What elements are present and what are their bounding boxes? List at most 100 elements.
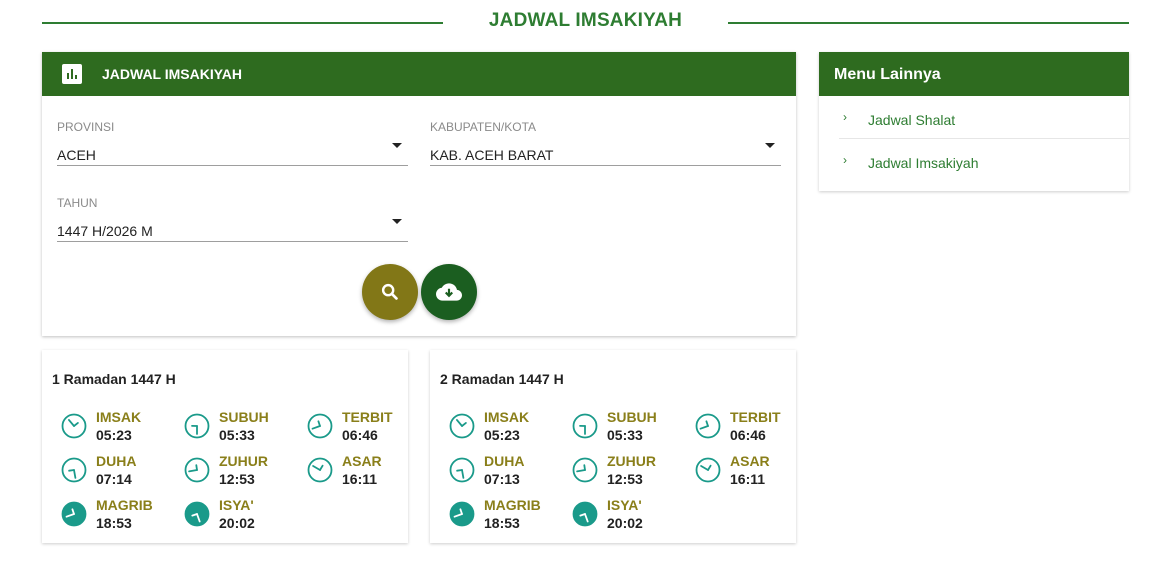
clock-icon [184,457,210,483]
prayer-time: 05:33 [219,427,255,443]
chevron-down-icon [392,219,402,224]
prayer-time: 18:53 [484,515,520,531]
menu-item-label: Jadwal Shalat [868,112,956,128]
clock-icon [572,457,598,483]
menu-item-jadwal-shalat[interactable]: › Jadwal Shalat [839,96,1129,139]
day-card-1: 1 Ramadan 1447 H IMSAK 05:23 SUBUH 05:33 T… [42,350,408,543]
kabupaten-select[interactable]: KABUPATEN/KOTA KAB. ACEH BARAT [430,110,781,166]
chevron-right-icon: › [843,110,847,124]
clock-icon [61,457,87,483]
clock-filled-icon [61,501,87,527]
clock-icon [307,457,333,483]
tahun-select[interactable]: TAHUN 1447 H/2026 M [57,186,408,242]
prayer-time: 16:11 [730,471,766,487]
prayer-name: TERBIT [730,409,781,425]
prayer-item: TERBIT 06:46 [298,404,418,444]
prayer-time: 16:11 [342,471,378,487]
prayer-name: DUHA [96,453,137,469]
bar-chart-icon [62,64,82,84]
prayer-name: SUBUH [219,409,269,425]
clock-icon [572,413,598,439]
kabupaten-value: KAB. ACEH BARAT [430,147,554,163]
search-icon [381,283,398,300]
title-divider-right [728,22,1129,24]
chevron-down-icon [765,143,775,148]
chevron-down-icon [392,143,402,148]
prayer-name: MAGRIB [96,497,153,513]
clock-icon [695,413,721,439]
prayer-name: IMSAK [484,409,530,425]
form-header: JADWAL IMSAKIYAH [42,52,796,96]
clock-icon [184,413,210,439]
prayer-item: ISYA' 20:02 [563,492,683,532]
prayer-time: 07:14 [96,471,132,487]
clock-filled-icon [449,501,475,527]
form-header-title: JADWAL IMSAKIYAH [102,66,243,82]
prayer-time: 05:33 [607,427,643,443]
prayer-name: SUBUH [607,409,657,425]
page-title-bar: JADWAL IMSAKIYAH [42,8,1129,38]
prayer-item: ZUHUR 12:53 [563,448,683,488]
prayer-item: ASAR 16:11 [298,448,418,488]
clock-filled-icon [572,501,598,527]
other-menu-card: Menu Lainnya › Jadwal Shalat › Jadwal Im… [819,52,1129,191]
prayer-name: MAGRIB [484,497,541,513]
prayer-time: 06:46 [342,427,378,443]
prayer-item: TERBIT 06:46 [686,404,806,444]
prayer-item: ISYA' 20:02 [175,492,295,532]
clock-icon [695,457,721,483]
provinsi-value: ACEH [57,147,96,163]
prayer-name: ZUHUR [219,453,268,469]
download-button[interactable] [421,264,477,320]
prayer-item: DUHA 07:14 [52,448,172,488]
clock-icon [307,413,333,439]
page-title: JADWAL IMSAKIYAH [488,10,683,31]
clock-filled-icon [184,501,210,527]
prayer-time: 05:23 [484,427,520,443]
prayer-item: ZUHUR 12:53 [175,448,295,488]
menu-title: Menu Lainnya [819,52,1129,96]
provinsi-label: PROVINSI [57,120,115,134]
day-title: 1 Ramadan 1447 H [52,371,176,387]
prayer-time: 20:02 [607,515,643,531]
prayer-time: 05:23 [96,427,132,443]
prayer-time: 20:02 [219,515,255,531]
search-button[interactable] [362,264,418,320]
prayer-time: 18:53 [96,515,132,531]
day-title: 2 Ramadan 1447 H [440,371,564,387]
cloud-download-icon [436,283,462,301]
prayer-item: MAGRIB 18:53 [440,492,560,532]
title-divider-left [42,22,443,24]
clock-icon [61,413,87,439]
kabupaten-label: KABUPATEN/KOTA [430,120,537,134]
prayer-time: 12:53 [607,471,643,487]
prayer-name: ISYA' [219,497,254,513]
prayer-time: 07:13 [484,471,520,487]
prayer-item: ASAR 16:11 [686,448,806,488]
tahun-label: TAHUN [57,196,98,210]
menu-item-label: Jadwal Imsakiyah [868,155,979,171]
chevron-right-icon: › [843,153,847,167]
prayer-item: MAGRIB 18:53 [52,492,172,532]
provinsi-select[interactable]: PROVINSI ACEH [57,110,408,166]
clock-icon [449,457,475,483]
day-card-2: 2 Ramadan 1447 H IMSAK 05:23 SUBUH 05:33 T… [430,350,796,543]
clock-icon [449,413,475,439]
prayer-item: DUHA 07:13 [440,448,560,488]
prayer-item: IMSAK 05:23 [52,404,172,444]
menu-item-jadwal-imsakiyah[interactable]: › Jadwal Imsakiyah [839,139,1129,182]
prayer-name: ISYA' [607,497,642,513]
tahun-value: 1447 H/2026 M [57,223,153,239]
prayer-name: IMSAK [96,409,142,425]
prayer-item: SUBUH 05:33 [175,404,295,444]
prayer-name: TERBIT [342,409,393,425]
prayer-name: ZUHUR [607,453,656,469]
prayer-item: IMSAK 05:23 [440,404,560,444]
prayer-item: SUBUH 05:33 [563,404,683,444]
schedule-form-card: JADWAL IMSAKIYAH PROVINSI ACEH KABUPATEN… [42,52,796,336]
prayer-time: 06:46 [730,427,766,443]
prayer-time: 12:53 [219,471,255,487]
prayer-name: ASAR [342,453,382,469]
prayer-name: ASAR [730,453,770,469]
prayer-name: DUHA [484,453,525,469]
